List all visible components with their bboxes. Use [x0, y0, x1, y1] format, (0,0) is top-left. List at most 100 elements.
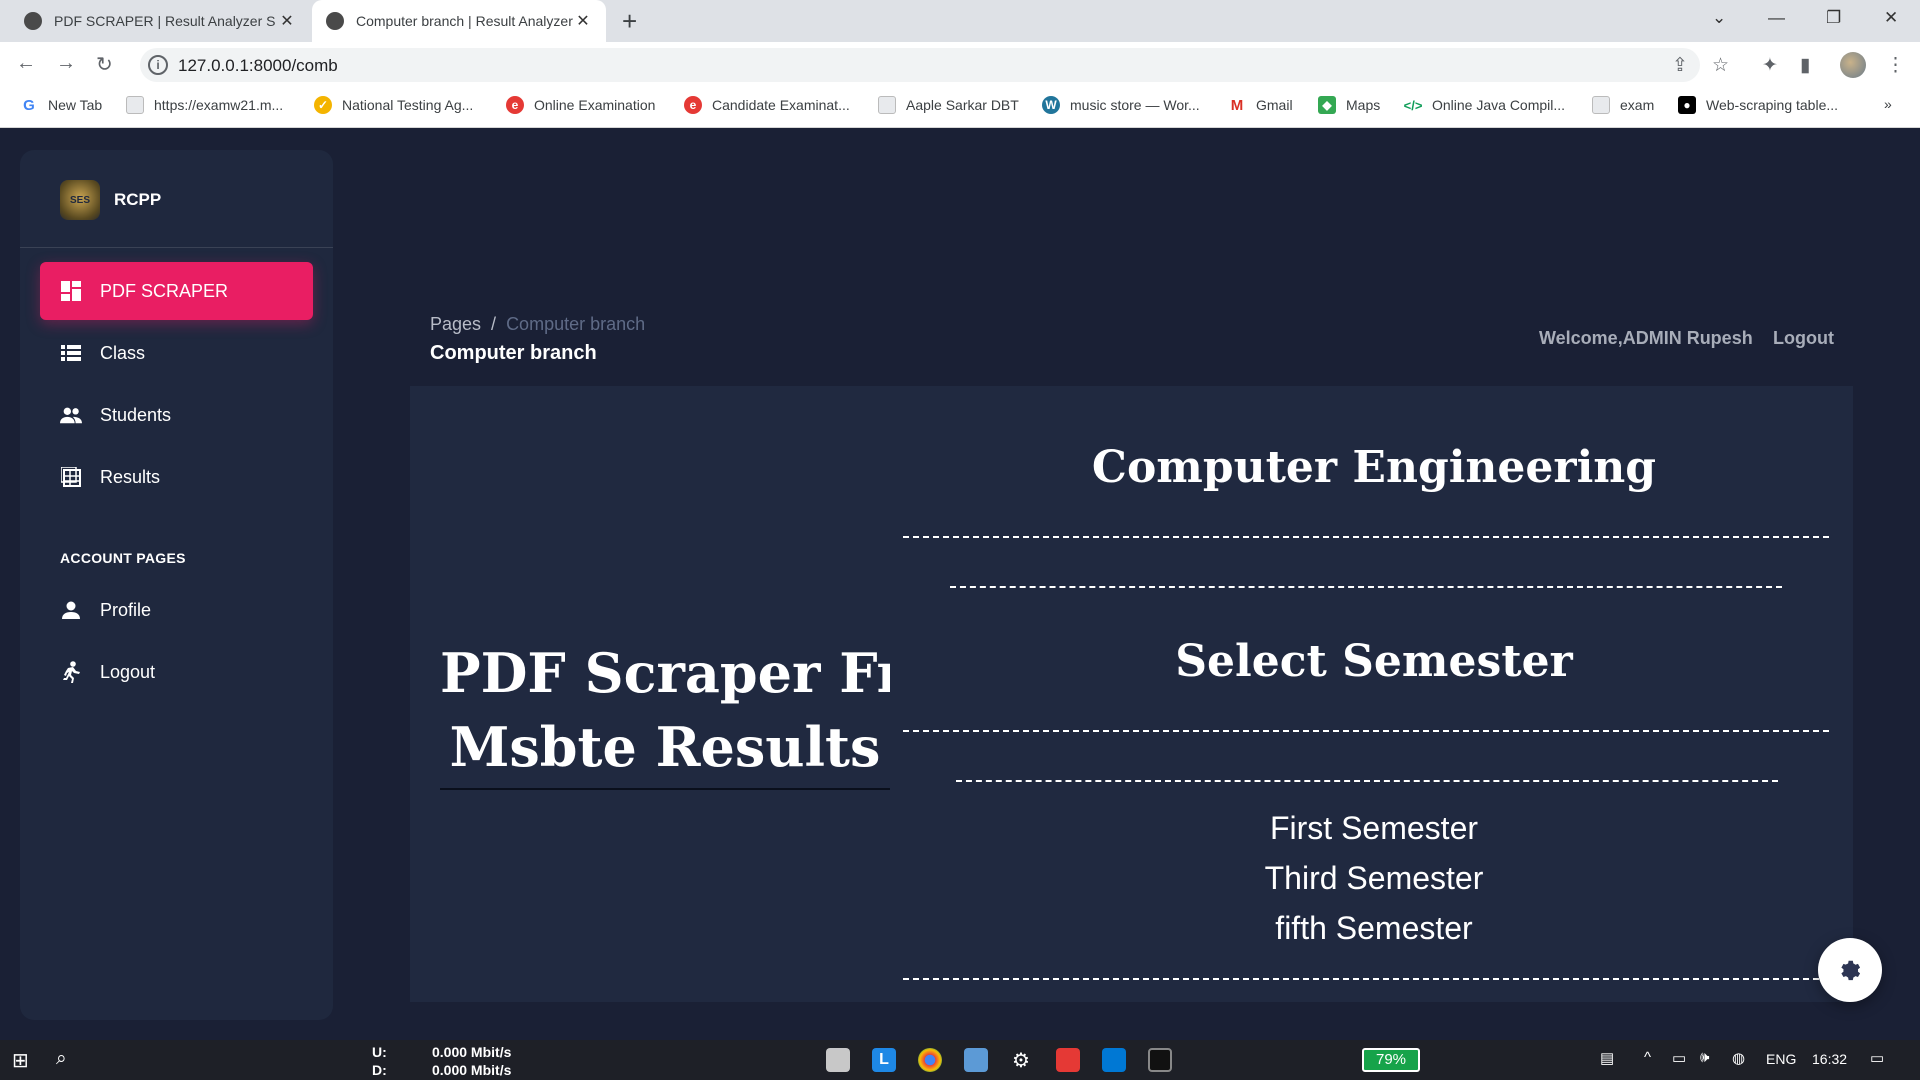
browser-tab[interactable]: PDF SCRAPER | Result Analyzer S ✕ [10, 0, 310, 42]
close-tab-icon[interactable]: ✕ [278, 11, 296, 31]
chrome-icon[interactable] [918, 1048, 942, 1072]
page-icon [126, 96, 144, 114]
divider-dashed [950, 586, 1782, 588]
xampp-icon[interactable] [1056, 1048, 1080, 1072]
bookmark-item[interactable]: e Online Examination [506, 96, 655, 114]
google-icon: G [23, 96, 35, 114]
semester-link-third[interactable]: Third Semester [895, 860, 1853, 897]
code-icon: </> [1403, 97, 1423, 113]
divider-dashed [903, 730, 1829, 732]
sidebar-item-class[interactable]: Class [40, 324, 313, 382]
divider-dashed [903, 978, 1829, 980]
clock[interactable]: 16:32 [1812, 1051, 1847, 1067]
settings-icon[interactable]: ⚙ [1012, 1048, 1030, 1073]
sidebar-item-logout[interactable]: Logout [40, 643, 313, 701]
browser-tab-active[interactable]: Computer branch | Result Analyzer ✕ [312, 0, 606, 42]
list-icon [60, 342, 82, 364]
bookmark-item[interactable]: W music store — Wor... [1042, 96, 1200, 114]
download-label: D: [372, 1062, 387, 1078]
sidebar-item-label: Results [100, 466, 161, 487]
breadcrumb-current: Computer branch [506, 314, 646, 334]
windows-start-icon[interactable]: ⊞ [12, 1048, 29, 1073]
sidebar-item-profile[interactable]: Profile [40, 581, 313, 639]
menu-icon[interactable]: ⋮ [1886, 54, 1905, 77]
notifications-icon[interactable]: ▭ [1870, 1049, 1884, 1067]
search-icon[interactable]: ⌕ [56, 1048, 67, 1070]
header-logout-link[interactable]: Logout [1773, 328, 1834, 349]
page-icon [1592, 96, 1610, 114]
lens-app-icon[interactable]: L [872, 1048, 896, 1072]
tab-title: Computer branch | Result Analyzer [356, 13, 573, 29]
bookmark-item[interactable]: </> Online Java Compil... [1404, 96, 1565, 114]
department-heading: Computer Engineering [1091, 442, 1657, 493]
bookmark-star-icon[interactable]: ☆ [1712, 54, 1729, 77]
bookmark-item[interactable]: ✓ National Testing Ag... [314, 96, 473, 114]
sidebar-item-pdf-scraper[interactable]: PDF SCRAPER [40, 262, 313, 320]
nta-icon: ✓ [314, 96, 332, 114]
battery-icon[interactable]: ▭ [1672, 1049, 1686, 1067]
file-app-icon[interactable] [964, 1048, 988, 1072]
select-semester-heading: Select Semester [1175, 636, 1573, 687]
page-title: Computer branch [430, 342, 597, 364]
site-favicon-icon [24, 12, 42, 30]
bookmark-label: music store — Wor... [1070, 97, 1200, 113]
sidebar-item-results[interactable]: Results [40, 448, 313, 506]
site-info-icon[interactable]: i [148, 55, 168, 75]
restore-button[interactable]: ❐ [1826, 8, 1841, 28]
bookmark-item[interactable]: ◆ Maps [1318, 96, 1380, 114]
breadcrumb-root[interactable]: Pages [430, 314, 481, 334]
semester-link-first[interactable]: First Semester [895, 810, 1853, 847]
browser-toolbar: ← → ↻ i 127.0.0.1:8000/comb ⇪ ☆ ✦ ▮ ⋮ [0, 42, 1920, 88]
maps-icon: ◆ [1318, 96, 1336, 114]
welcome-text: Welcome,ADMIN Rupesh [1539, 328, 1753, 348]
new-tab-button[interactable]: + [622, 8, 637, 34]
main-card: PDF Scraper Fro Msbte Results Computer E… [410, 386, 1853, 1002]
sidebar-item-students[interactable]: Students [40, 386, 313, 444]
side-panel-icon[interactable]: ▮ [1800, 54, 1810, 77]
bookmark-item[interactable]: ● Web-scraping table... [1678, 96, 1838, 114]
settings-fab-button[interactable] [1818, 938, 1882, 1002]
profile-avatar[interactable] [1840, 52, 1866, 78]
section-label: ACCOUNT PAGES [60, 550, 186, 566]
divider-dashed [956, 780, 1778, 782]
bookmark-item[interactable]: G New Tab [20, 96, 102, 114]
minimize-button[interactable]: — [1768, 8, 1785, 28]
vscode-icon[interactable] [1102, 1048, 1126, 1072]
extensions-icon[interactable]: ✦ [1762, 54, 1778, 77]
close-window-button[interactable]: ✕ [1884, 8, 1898, 28]
gear-icon [1841, 960, 1861, 981]
address-bar[interactable]: i 127.0.0.1:8000/comb [140, 48, 1700, 82]
forward-button[interactable]: → [56, 52, 76, 75]
share-icon[interactable]: ⇪ [1672, 54, 1688, 77]
exam-icon: e [506, 96, 524, 114]
dashboard-icon [60, 280, 82, 302]
bookmark-label: exam [1620, 97, 1655, 113]
bookmark-item[interactable]: exam [1592, 96, 1654, 114]
more-bookmarks-button[interactable]: » [1884, 96, 1892, 112]
tab-search-icon[interactable]: ⌄ [1712, 8, 1726, 28]
close-tab-icon[interactable]: ✕ [574, 11, 592, 31]
bookmark-item[interactable]: M Gmail [1228, 96, 1293, 114]
college-logo-icon: SES [60, 180, 100, 220]
bookmark-label: Online Examination [534, 97, 656, 113]
battery-indicator[interactable]: 79% [1362, 1048, 1420, 1072]
brand[interactable]: SES RCPP [60, 180, 161, 220]
show-hidden-icons-icon[interactable]: ^ [1644, 1049, 1651, 1066]
bookmark-item[interactable]: https://examw21.m... [126, 96, 283, 114]
reload-button[interactable]: ↻ [96, 52, 113, 77]
network-icon[interactable]: ◍ [1732, 1049, 1745, 1067]
bookmark-label: National Testing Ag... [342, 97, 474, 113]
sidebar-item-label: PDF SCRAPER [100, 280, 229, 301]
terminal-icon[interactable] [1148, 1048, 1172, 1072]
sidebar: SES RCPP PDF SCRAPER Class Students Resu… [20, 150, 333, 1020]
store-icon[interactable] [826, 1048, 850, 1072]
bookmark-item[interactable]: Aaple Sarkar DBT [878, 96, 1019, 114]
back-button[interactable]: ← [16, 52, 36, 75]
divider-dashed [903, 536, 1829, 538]
news-widget-icon[interactable]: ▤ [1600, 1049, 1614, 1067]
bookmark-item[interactable]: e Candidate Examinat... [684, 96, 850, 114]
semester-link-fifth[interactable]: fifth Semester [895, 910, 1853, 947]
volume-icon[interactable]: 🕪 [1700, 1049, 1709, 1066]
language-indicator[interactable]: ENG [1766, 1051, 1796, 1067]
bookmark-label: Online Java Compil... [1432, 97, 1566, 113]
